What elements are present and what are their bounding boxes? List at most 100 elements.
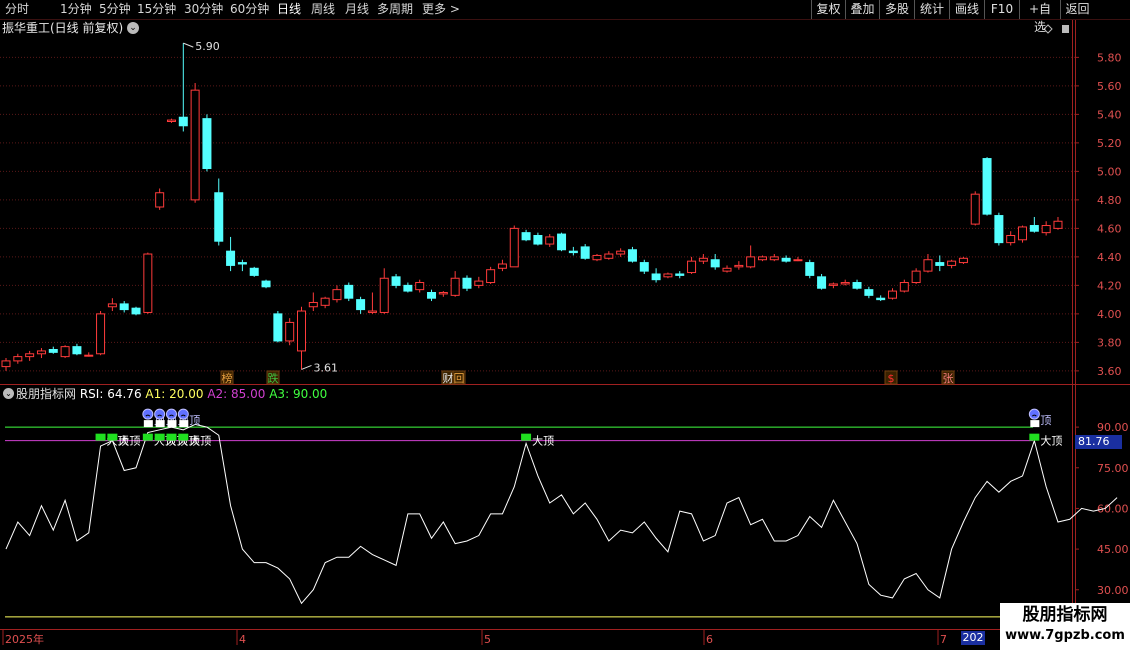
candle-body-12 (143, 253, 153, 313)
big-top-signal-5: 大顶 (189, 434, 211, 448)
toolbar-button-0[interactable]: 复权 (811, 0, 845, 19)
candle-body-24 (285, 321, 295, 342)
candle-body-37 (438, 292, 448, 295)
top-marker-4 (1030, 420, 1040, 428)
sad-face-icon-0 (142, 408, 154, 420)
toolbar-button-5[interactable]: F10 (984, 0, 1019, 19)
candle-body-77 (911, 270, 921, 284)
price-axis-label-11: 3.60 (1097, 365, 1122, 378)
period-tab-7[interactable]: 周线 (311, 1, 335, 18)
period-tab-8[interactable]: 月线 (345, 1, 369, 18)
period-tab-6[interactable]: 日线 (277, 1, 301, 18)
collapse-icon[interactable]: ⌄ (3, 388, 14, 399)
top-marker-1 (155, 420, 165, 428)
toolbar-button-3[interactable]: 统计 (914, 0, 949, 19)
top-marker-0 (143, 420, 153, 428)
big-top-marker-1 (107, 433, 118, 441)
candle-body-42 (497, 263, 507, 269)
rsi-axis-label-4: 30.00 (1097, 584, 1129, 597)
rsi-value: 64.76 (107, 387, 142, 401)
candle-body-48 (568, 250, 578, 254)
candle-body-14 (166, 119, 176, 122)
candle-body-9 (107, 303, 117, 308)
candle-body-84 (994, 215, 1004, 244)
candle-body-31 (367, 310, 377, 313)
a1-label: A1: (145, 387, 166, 401)
top-signal-3: 顶 (189, 414, 200, 427)
candle-body-62 (734, 264, 744, 268)
toolbar-button-2[interactable]: 多股 (879, 0, 914, 19)
candle-body-40 (474, 280, 484, 286)
candle-body-23 (273, 313, 283, 342)
candle-body-22 (261, 280, 271, 288)
candle-body-36 (427, 292, 437, 299)
candle-body-74 (876, 297, 886, 301)
candle-body-18 (214, 192, 224, 242)
period-tab-1[interactable]: 1分钟 (60, 1, 92, 18)
price-axis-label-1: 5.60 (1097, 80, 1122, 93)
toolbar-button-7[interactable]: 返回 (1060, 0, 1094, 19)
stock-title: 振华重工(日线 前复权) (2, 21, 124, 35)
price-axis-label-9: 4.00 (1097, 308, 1122, 321)
candle-body-86 (1018, 226, 1028, 241)
candle-body-71 (840, 282, 850, 285)
candle-body-75 (888, 290, 897, 299)
low-price-label: 3.61 (314, 361, 339, 374)
candle-body-47 (557, 233, 567, 251)
period-tab-10[interactable]: 更多 > (422, 1, 460, 18)
candle-body-57 (675, 273, 685, 276)
candle-body-68 (805, 262, 815, 276)
toolbar-button-6[interactable]: +自选 (1019, 0, 1060, 34)
chevron-down-icon[interactable]: ⌄ (127, 22, 139, 34)
candle-body-10 (119, 303, 129, 311)
price-axis-label-6: 4.60 (1097, 222, 1122, 235)
event-tag-2: 财 (443, 371, 454, 385)
candle-body-59 (698, 257, 708, 262)
panel-menu-icon (1062, 25, 1069, 33)
sad-face-icon-1 (154, 408, 166, 420)
time-axis-label-2: 5 (484, 633, 491, 646)
big-top-marker-4 (166, 433, 177, 441)
candle-body-87 (1029, 225, 1039, 232)
candle-body-89 (1053, 220, 1063, 229)
candle-body-0 (1, 360, 11, 368)
toolbar-button-1[interactable]: 叠加 (845, 0, 879, 19)
candle-body-60 (710, 259, 720, 268)
big-top-marker-3 (154, 433, 165, 441)
period-tab-3[interactable]: 15分钟 (137, 1, 176, 18)
toolbar-button-4[interactable]: 画线 (949, 0, 984, 19)
sad-face-icon-4 (1028, 408, 1040, 420)
watermark-title: 股朋指标网 (1022, 605, 1108, 625)
candle-body-27 (320, 297, 330, 306)
candle-body-17 (202, 118, 212, 170)
price-axis-label-7: 4.40 (1097, 251, 1122, 264)
candle-body-30 (356, 299, 366, 311)
high-marker-line (183, 42, 194, 48)
rsi-current-value-box: 81.76 (1075, 435, 1122, 449)
price-axis-label-2: 5.40 (1097, 108, 1122, 121)
sad-face-icon-3 (177, 408, 189, 420)
current-date-box: 202 (961, 631, 985, 645)
candle-body-72 (852, 282, 862, 289)
candle-body-8 (96, 313, 106, 355)
top-marker-2 (167, 420, 177, 428)
candle-body-44 (521, 232, 531, 241)
candle-body-63 (746, 256, 756, 268)
chart-canvas: 5.80 5.60 5.40 5.20 5.00 4.80 4.60 4.40 4.20 4.00… (0, 20, 1130, 646)
candle-body-82 (970, 193, 980, 225)
big-top-marker-7 (1029, 433, 1040, 441)
candle-body-54 (639, 262, 649, 272)
price-axis-label-5: 4.80 (1097, 194, 1122, 207)
candle-body-11 (131, 307, 141, 315)
period-tab-4[interactable]: 30分钟 (184, 1, 223, 18)
period-tab-2[interactable]: 5分钟 (99, 1, 131, 18)
time-axis-label-1: 4 (239, 633, 246, 646)
period-tab-5[interactable]: 60分钟 (230, 1, 269, 18)
candle-body-34 (403, 284, 413, 292)
big-top-marker-0 (95, 433, 106, 441)
price-axis-label-8: 4.20 (1097, 279, 1122, 292)
price-axis-label-4: 5.00 (1097, 165, 1122, 178)
period-tab-9[interactable]: 多周期 (377, 1, 413, 18)
period-tab-0[interactable]: 分时 (5, 1, 29, 18)
event-tag-1: 跌 (268, 371, 279, 385)
